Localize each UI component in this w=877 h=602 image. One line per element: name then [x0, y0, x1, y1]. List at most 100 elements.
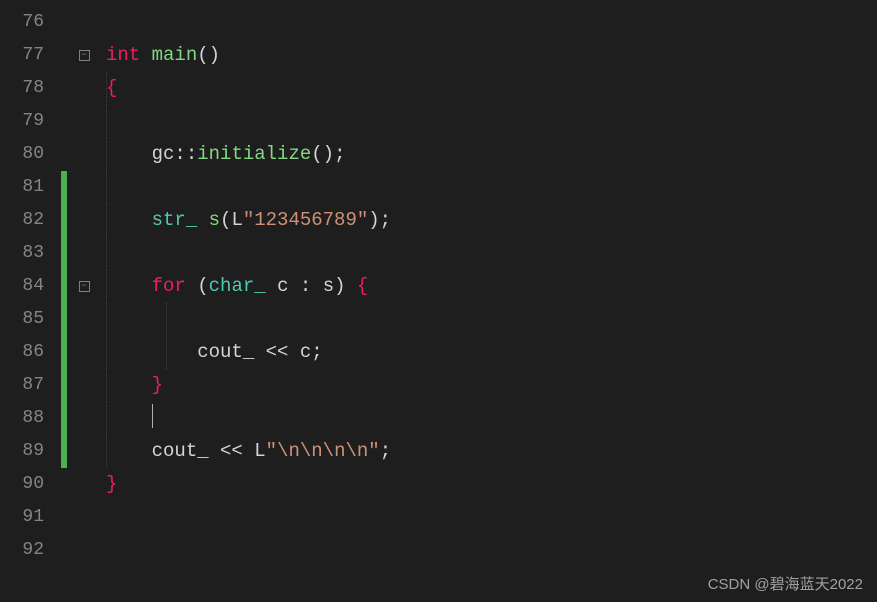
string-prefix: L [231, 209, 242, 231]
code-line: cout_ << L"\n\n\n\n"; [94, 435, 877, 468]
change-bar [61, 39, 67, 72]
code-line [94, 6, 877, 39]
line-number: 82 [0, 204, 58, 237]
fold-row [74, 72, 94, 105]
variable: c [300, 341, 311, 363]
close-paren: ) [334, 275, 345, 297]
line-number: 80 [0, 138, 58, 171]
close-brace: } [106, 473, 117, 495]
fold-row [74, 501, 94, 534]
line-number: 92 [0, 534, 58, 567]
type: str_ [152, 209, 198, 231]
variable: s [323, 275, 334, 297]
change-bar [61, 237, 67, 270]
code-line: } [94, 468, 877, 501]
fold-toggle-icon[interactable]: − [79, 281, 90, 292]
line-number: 89 [0, 435, 58, 468]
code-line [94, 237, 877, 270]
change-margin [58, 0, 74, 602]
identifier: cout_ [152, 440, 209, 462]
change-bar [61, 336, 67, 369]
code-line: cout_ << c; [94, 336, 877, 369]
keyword-int: int [106, 44, 140, 66]
line-number: 83 [0, 237, 58, 270]
code-line: { [94, 72, 877, 105]
code-line [94, 501, 877, 534]
text-cursor [152, 404, 153, 428]
change-bar [61, 435, 67, 468]
fold-toggle-icon[interactable]: − [79, 50, 90, 61]
code-line [94, 105, 877, 138]
open-brace: { [357, 275, 368, 297]
semicolon: ; [334, 143, 345, 165]
change-bar [61, 72, 67, 105]
keyword-for: for [152, 275, 186, 297]
code-line: int main() [94, 39, 877, 72]
open-paren: ( [197, 275, 208, 297]
operator: << [220, 440, 243, 462]
change-bar [61, 369, 67, 402]
change-bar [61, 534, 67, 567]
parens: () [311, 143, 334, 165]
watermark: CSDN @碧海蓝天2022 [708, 573, 863, 594]
code-line [94, 402, 877, 435]
fold-row [74, 402, 94, 435]
colon: : [300, 275, 311, 297]
namespace: gc [152, 143, 175, 165]
change-bar [61, 270, 67, 303]
line-number: 84 [0, 270, 58, 303]
code-line [94, 171, 877, 204]
line-number: 81 [0, 171, 58, 204]
code-line: } [94, 369, 877, 402]
fold-row [74, 171, 94, 204]
fold-column: −− [74, 0, 94, 602]
change-bar [61, 303, 67, 336]
fold-row [74, 369, 94, 402]
code-area[interactable]: int main() { gc::initialize(); str_ s(L"… [94, 0, 877, 602]
parens: () [197, 44, 220, 66]
fold-row: − [74, 39, 94, 72]
open-paren: ( [220, 209, 231, 231]
code-line: gc::initialize(); [94, 138, 877, 171]
line-number-gutter: 7677787980818283848586878889909192 [0, 0, 58, 602]
string-prefix: L [254, 440, 265, 462]
code-editor[interactable]: 7677787980818283848586878889909192 −− in… [0, 0, 877, 602]
function-name: main [152, 44, 198, 66]
fold-row: − [74, 270, 94, 303]
fold-row [74, 105, 94, 138]
open-brace: { [106, 77, 117, 99]
line-number: 87 [0, 369, 58, 402]
line-number: 85 [0, 303, 58, 336]
fold-row [74, 336, 94, 369]
fold-row [74, 204, 94, 237]
change-bar [61, 468, 67, 501]
line-number: 91 [0, 501, 58, 534]
semicolon: ; [380, 440, 391, 462]
code-line [94, 303, 877, 336]
string-literal: "\n\n\n\n" [266, 440, 380, 462]
line-number: 76 [0, 6, 58, 39]
function-call: initialize [197, 143, 311, 165]
variable: s [209, 209, 220, 231]
code-line: str_ s(L"123456789"); [94, 204, 877, 237]
change-bar [61, 204, 67, 237]
operator: << [266, 341, 289, 363]
change-bar [61, 171, 67, 204]
identifier: cout_ [197, 341, 254, 363]
scope-op: :: [174, 143, 197, 165]
close-paren: ) [368, 209, 379, 231]
code-line: for (char_ c : s) { [94, 270, 877, 303]
code-line [94, 534, 877, 567]
change-bar [61, 105, 67, 138]
change-bar [61, 402, 67, 435]
line-number: 78 [0, 72, 58, 105]
semicolon: ; [380, 209, 391, 231]
line-number: 79 [0, 105, 58, 138]
semicolon: ; [311, 341, 322, 363]
variable: c [277, 275, 288, 297]
string-literal: "123456789" [243, 209, 368, 231]
line-number: 90 [0, 468, 58, 501]
change-bar [61, 6, 67, 39]
change-bar [61, 138, 67, 171]
fold-row [74, 6, 94, 39]
